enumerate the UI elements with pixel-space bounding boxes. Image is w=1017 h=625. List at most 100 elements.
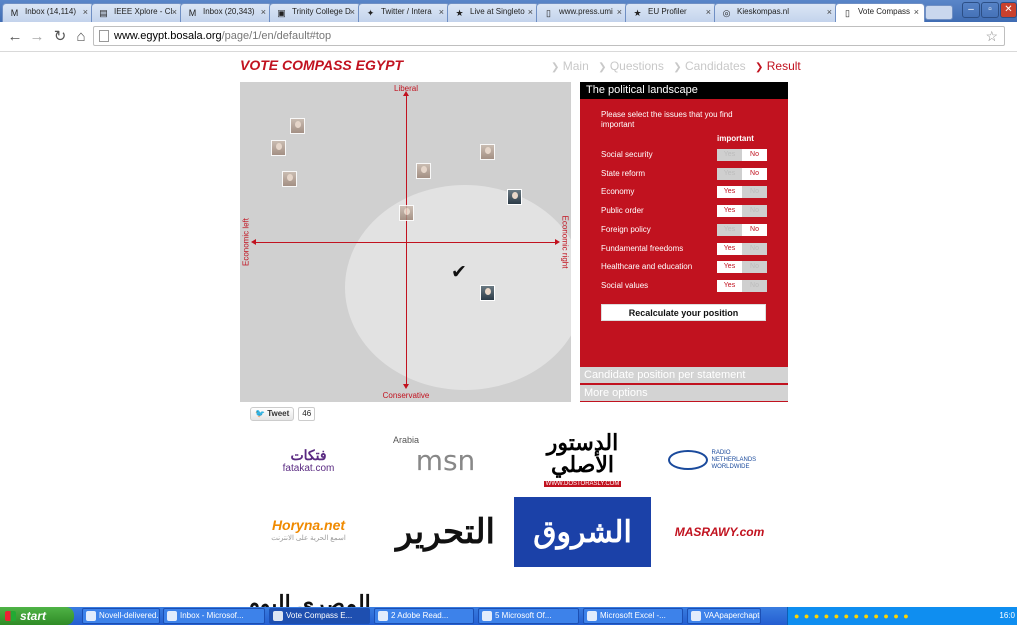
- candidate-photo[interactable]: [480, 144, 495, 160]
- step-navigation: ❯ Main ❯ Questions ❯ Candidates ❯ Result: [545, 59, 801, 73]
- taskbar-button-label: 2 Adobe Read...: [391, 611, 449, 620]
- candidate-photo[interactable]: [399, 205, 414, 221]
- dostor-logo[interactable]: الدستور الأصلي WWW.DOSTORASLY.COM: [514, 425, 651, 495]
- yes-option[interactable]: Yes: [717, 261, 742, 274]
- recalculate-button[interactable]: Recalculate your position: [601, 304, 766, 321]
- step-main[interactable]: ❯ Main: [551, 59, 589, 73]
- taskbar-button[interactable]: 2 Adobe Read...: [374, 608, 474, 624]
- fatakat-logo[interactable]: فتكات fatakat.com: [240, 425, 377, 495]
- yes-option[interactable]: Yes: [717, 223, 742, 236]
- almasry-alyoum-logo[interactable]: المصري اليوم: [240, 569, 377, 608]
- issue-row: Foreign policy Yes No: [601, 223, 781, 236]
- partner-logos: فتكات fatakat.com Arabia msn الدستور الأص…: [240, 425, 788, 607]
- arrow-right-icon: [555, 239, 560, 245]
- logo-text: الشروق: [533, 515, 632, 549]
- start-button[interactable]: start: [0, 607, 74, 625]
- no-option[interactable]: No: [742, 242, 767, 255]
- page-title: VOTE COMPASS EGYPT: [240, 57, 404, 73]
- more-options-link[interactable]: More options: [580, 385, 788, 401]
- close-tab-icon[interactable]: ×: [172, 7, 177, 17]
- browser-tab[interactable]: ★ Live at Singleto ×: [447, 3, 539, 22]
- close-tab-icon[interactable]: ×: [83, 7, 88, 17]
- tray-icons[interactable]: ● ● ● ● ● ● ● ● ● ● ● ●: [794, 611, 910, 621]
- yes-option[interactable]: Yes: [717, 186, 742, 199]
- browser-tab[interactable]: ◎ Kieskompas.nl ×: [714, 3, 838, 22]
- chevron-right-icon: ❯: [551, 62, 560, 73]
- candidate-position-link[interactable]: Candidate position per statement: [580, 367, 788, 383]
- step-candidates[interactable]: ❯ Candidates: [673, 59, 745, 73]
- taskbar-button[interactable]: Novell-delivered...: [82, 608, 160, 624]
- maximize-button[interactable]: ▫: [981, 2, 999, 18]
- home-button[interactable]: ⌂: [72, 28, 90, 46]
- no-option[interactable]: No: [742, 279, 767, 292]
- no-option[interactable]: No: [742, 261, 767, 274]
- step-result[interactable]: ❯ Result: [755, 59, 801, 73]
- browser-tab[interactable]: ▤ IEEE Xplore - Cl ×: [91, 3, 183, 22]
- back-button[interactable]: ←: [6, 28, 24, 46]
- yes-option[interactable]: Yes: [717, 242, 742, 255]
- address-bar[interactable]: www.egypt.bosala.org/page/1/en/default#t…: [93, 26, 1005, 46]
- reload-button[interactable]: ↻: [51, 28, 69, 46]
- msn-arabia-logo[interactable]: Arabia msn: [377, 425, 514, 495]
- logo-text: MASRAWY.com: [674, 525, 765, 539]
- minimize-button[interactable]: –: [962, 2, 980, 18]
- candidate-photo[interactable]: [416, 163, 431, 179]
- rnw-logo[interactable]: RADIO NETHERLANDS WORLDWIDE: [651, 425, 788, 495]
- taskbar-button-label: Microsoft Excel -...: [600, 611, 666, 620]
- close-tab-icon[interactable]: ×: [350, 7, 355, 17]
- horyna-logo[interactable]: Horyna.net اسمع الحرية على الانترنت: [240, 497, 377, 567]
- taskbar-button-label: Inbox - Microsof...: [180, 611, 244, 620]
- candidate-photo[interactable]: [290, 118, 305, 134]
- candidate-photo[interactable]: [271, 140, 286, 156]
- browser-tab[interactable]: ▯ www.press.umi ×: [536, 3, 628, 22]
- close-tab-icon[interactable]: ×: [261, 7, 266, 17]
- issue-row: Social security Yes No: [601, 149, 781, 161]
- close-tab-icon[interactable]: ×: [827, 7, 832, 17]
- taskbar-button[interactable]: Vote Compass E...: [269, 608, 370, 624]
- yes-option[interactable]: Yes: [717, 149, 742, 161]
- close-tab-icon[interactable]: ×: [706, 7, 711, 17]
- forward-button[interactable]: →: [28, 28, 46, 46]
- candidate-photo[interactable]: [480, 285, 495, 301]
- candidate-photo[interactable]: [282, 171, 297, 187]
- panel-title: The political landscape: [580, 82, 788, 99]
- browser-tab[interactable]: ▣ Trinity College D ×: [269, 3, 361, 22]
- bookmark-star-icon[interactable]: ☆: [985, 27, 998, 45]
- issue-name: Social security: [601, 150, 653, 159]
- yes-option[interactable]: Yes: [717, 205, 742, 218]
- browser-tab[interactable]: ✦ Twitter / Intera ×: [358, 3, 450, 22]
- logo-text: الدستور الأصلي: [546, 430, 619, 477]
- step-questions[interactable]: ❯ Questions: [598, 59, 664, 73]
- no-option[interactable]: No: [742, 205, 767, 218]
- close-tab-icon[interactable]: ×: [914, 7, 919, 17]
- tcd-icon: ▣: [277, 8, 286, 18]
- taskbar-button[interactable]: Inbox - Microsof...: [163, 608, 265, 624]
- close-window-button[interactable]: ✕: [1000, 2, 1017, 18]
- no-option[interactable]: No: [742, 186, 767, 199]
- new-tab-button[interactable]: [925, 5, 953, 20]
- taskbar-button[interactable]: Microsoft Excel -...: [583, 608, 683, 624]
- tab-label: Trinity College D: [292, 7, 351, 16]
- close-tab-icon[interactable]: ×: [439, 7, 444, 17]
- browser-tab[interactable]: M Inbox (20,343) ×: [180, 3, 272, 22]
- close-tab-icon[interactable]: ×: [528, 7, 533, 17]
- browser-tab[interactable]: M Inbox (14,114) ×: [2, 3, 94, 22]
- browser-toolbar: ← → ↻ ⌂ www.egypt.bosala.org/page/1/en/d…: [0, 22, 1017, 52]
- yes-option[interactable]: Yes: [717, 167, 742, 180]
- shorouk-logo[interactable]: الشروق: [514, 497, 651, 567]
- candidate-photo[interactable]: [507, 189, 522, 205]
- tab-label: Inbox (14,114): [25, 7, 76, 16]
- browser-tab[interactable]: ▯ Vote Compass ×: [835, 3, 925, 23]
- browser-tab[interactable]: ★ EU Profiler ×: [625, 3, 717, 22]
- no-option[interactable]: No: [742, 167, 767, 180]
- no-option[interactable]: No: [742, 149, 767, 161]
- no-option[interactable]: No: [742, 223, 767, 236]
- close-tab-icon[interactable]: ×: [617, 7, 622, 17]
- tahrir-logo[interactable]: التحرير: [377, 497, 514, 567]
- masrawy-logo[interactable]: MASRAWY.com: [651, 497, 788, 567]
- taskbar-button[interactable]: VAApaperchapter: [687, 608, 761, 624]
- tweet-button[interactable]: 🐦 Tweet: [250, 406, 295, 421]
- app-icon: [587, 611, 597, 621]
- taskbar-button[interactable]: 5 Microsoft Of...: [478, 608, 579, 624]
- yes-option[interactable]: Yes: [717, 279, 742, 292]
